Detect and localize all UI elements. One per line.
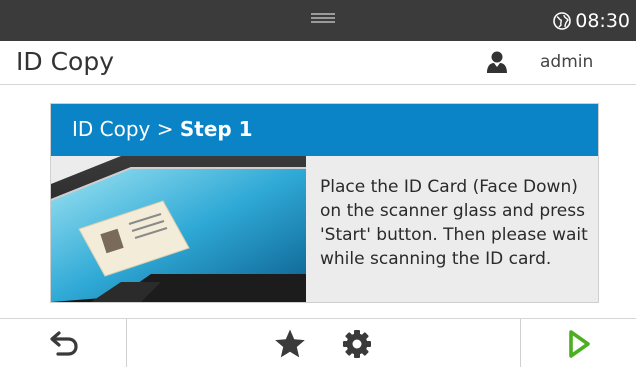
notification-drawer-handle[interactable] <box>311 13 335 27</box>
star-icon <box>275 329 305 357</box>
gear-icon <box>343 329 371 358</box>
settings-button[interactable] <box>337 319 377 367</box>
bottom-toolbar <box>0 318 636 367</box>
status-bar: 08:30 <box>0 0 636 41</box>
start-button[interactable] <box>521 319 636 367</box>
user-name[interactable]: admin <box>540 52 593 72</box>
status-right: 08:30 <box>553 0 630 41</box>
clock: 08:30 <box>575 9 630 32</box>
card-title-step: Step 1 <box>179 117 253 141</box>
scanner-illustration <box>51 156 306 302</box>
page-title: ID Copy <box>16 47 114 76</box>
card-title: ID Copy > Step 1 <box>72 117 253 141</box>
card-title-prefix: ID Copy > <box>72 117 180 141</box>
header: ID Copy admin <box>0 41 636 85</box>
card-header: ID Copy > Step 1 <box>51 104 598 156</box>
favorites-button[interactable] <box>270 319 310 367</box>
instruction-text: Place the ID Card (Face Down) on the sca… <box>320 177 588 269</box>
back-icon <box>50 330 78 356</box>
toolbar-divider <box>126 319 127 367</box>
back-button[interactable] <box>0 319 126 367</box>
start-icon <box>568 329 590 358</box>
user-icon[interactable] <box>486 50 508 74</box>
instruction-card: ID Copy > Step 1 Place the ID Card (Face… <box>50 103 599 303</box>
globe-icon <box>553 11 572 30</box>
